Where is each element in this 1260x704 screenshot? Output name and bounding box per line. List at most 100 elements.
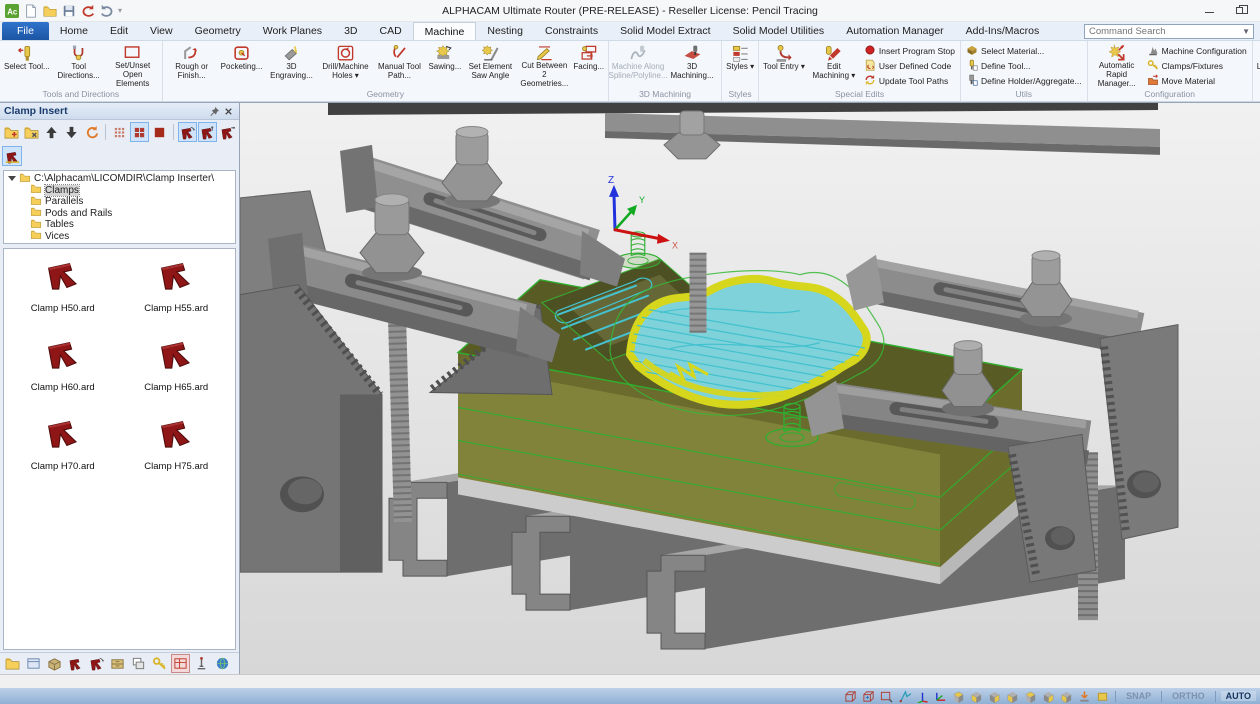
add-folder-button[interactable] xyxy=(2,122,21,142)
save-icon[interactable] xyxy=(61,3,77,19)
tab-nesting[interactable]: Nesting xyxy=(476,22,534,40)
define-tool-button[interactable]: Define Tool... xyxy=(963,59,1085,73)
tab-constraints[interactable]: Constraints xyxy=(534,22,609,40)
user-defined-code-button[interactable]: User Defined Code xyxy=(861,59,958,73)
minimize-button[interactable] xyxy=(1204,5,1216,17)
tab-solid-model-extract[interactable]: Solid Model Extract xyxy=(609,22,721,40)
3d-machining-button[interactable]: 3D Machining... xyxy=(665,42,719,89)
auto-toggle[interactable]: AUTO xyxy=(1221,691,1256,701)
list-item-clamp-h70[interactable]: Clamp H70.ard xyxy=(6,413,120,492)
styles-button[interactable]: Styles ▾ xyxy=(724,42,756,89)
move-material-button[interactable]: Move Material xyxy=(1144,74,1250,88)
view-iso-4-icon[interactable] xyxy=(1005,689,1020,703)
view-list-button[interactable] xyxy=(150,122,169,142)
view-iso-6-icon[interactable] xyxy=(1041,689,1056,703)
manual-tool-path-button[interactable]: Manual Tool Path... xyxy=(372,42,426,89)
ortho-toggle[interactable]: ORTHO xyxy=(1167,691,1210,701)
pin-icon[interactable] xyxy=(207,104,221,118)
tool-down-icon[interactable] xyxy=(1077,689,1092,703)
edit-machining-button[interactable]: Edit Machining ▾ xyxy=(807,42,861,89)
view-iso-3-icon[interactable] xyxy=(987,689,1002,703)
tab-table-icon[interactable] xyxy=(171,654,190,673)
tab-folders-icon[interactable] xyxy=(3,654,22,673)
refresh-button[interactable] xyxy=(82,122,101,142)
define-holder-aggregate-button[interactable]: Define Holder/Aggregate... xyxy=(963,74,1085,88)
undo-icon[interactable] xyxy=(80,3,96,19)
new-document-icon[interactable] xyxy=(23,3,39,19)
list-item-clamp-h75[interactable]: Clamp H75.ard xyxy=(120,413,234,492)
insert-program-stop-button[interactable]: Insert Program Stop xyxy=(861,44,958,58)
tab-home[interactable]: Home xyxy=(49,22,99,40)
rough-finish-button[interactable]: Rough or Finish... xyxy=(165,42,219,89)
tab-work-planes[interactable]: Work Planes xyxy=(252,22,333,40)
machine-configuration-button[interactable]: Machine Configuration xyxy=(1144,44,1250,58)
tab-solid-model-utilities[interactable]: Solid Model Utilities xyxy=(722,22,836,40)
tab-machine[interactable]: Machine xyxy=(413,22,477,40)
work-plane-icon[interactable] xyxy=(1095,689,1110,703)
view-iso-1-icon[interactable] xyxy=(951,689,966,703)
scene-3d[interactable]: Z Y X xyxy=(240,103,1260,674)
clamp-orientation-3-button[interactable] xyxy=(218,122,237,142)
set-unset-open-elements-button[interactable]: Set/Unset Open Elements xyxy=(106,42,160,89)
tab-automation-manager[interactable]: Automation Manager xyxy=(835,22,954,40)
zoom-window-icon[interactable] xyxy=(879,689,894,703)
update-tool-paths-button[interactable]: Update Tool Paths xyxy=(861,74,958,88)
command-search-input[interactable] xyxy=(1085,26,1242,37)
select-tool-button[interactable]: Select Tool... xyxy=(2,42,52,89)
3d-engraving-button[interactable]: 3D Engraving... xyxy=(264,42,318,89)
tab-cad[interactable]: CAD xyxy=(369,22,413,40)
list-item-clamp-h55[interactable]: Clamp H55.ard xyxy=(120,255,234,334)
list-item-clamp-h65[interactable]: Clamp H65.ard xyxy=(120,334,234,413)
view-iso-5-icon[interactable] xyxy=(1023,689,1038,703)
sawing-button[interactable]: Sawing... xyxy=(426,42,463,89)
view-large-icons-button[interactable] xyxy=(130,122,149,142)
snap-toggle[interactable]: SNAP xyxy=(1121,691,1156,701)
tab-file[interactable]: File xyxy=(2,22,49,40)
tab-clamp-insert-icon[interactable] xyxy=(87,654,106,673)
tab-geometry[interactable]: Geometry xyxy=(184,22,252,40)
tab-box-icon[interactable] xyxy=(45,654,64,673)
automatic-rapid-manager-button[interactable]: Automatic Rapid Manager... xyxy=(1090,42,1144,89)
restore-button[interactable] xyxy=(1234,5,1246,17)
view-home-icon[interactable] xyxy=(843,689,858,703)
move-down-button[interactable] xyxy=(62,122,81,142)
cut-between-2-geometries-button[interactable]: Cut Between 2 Geometries... xyxy=(517,42,571,89)
clamp-orientation-1-button[interactable] xyxy=(178,122,197,142)
list-item-clamp-h50[interactable]: Clamp H50.ard xyxy=(6,255,120,334)
view-rotate-icon[interactable] xyxy=(861,689,876,703)
tab-drawer-icon[interactable] xyxy=(108,654,127,673)
axes-flat-icon[interactable] xyxy=(933,689,948,703)
tab-clamp-icon[interactable] xyxy=(66,654,85,673)
tab-window-icon[interactable] xyxy=(24,654,43,673)
launch-robot-integration-button[interactable]: Launch Robot Integration xyxy=(1255,42,1260,89)
tab-globe-icon[interactable] xyxy=(213,654,232,673)
move-up-button[interactable] xyxy=(42,122,61,142)
qat-dropdown-icon[interactable]: ▾ xyxy=(118,6,122,15)
command-search-caret-icon[interactable]: ▼ xyxy=(1242,27,1253,36)
drill-machine-holes-button[interactable]: Drill/Machine Holes ▾ xyxy=(318,42,372,89)
machine-along-spline-button[interactable]: Machine Along Spline/Polyline... xyxy=(611,42,665,89)
open-file-icon[interactable] xyxy=(42,3,58,19)
remove-folder-button[interactable] xyxy=(22,122,41,142)
clamp-insert-mode-button[interactable] xyxy=(2,146,22,166)
redo-icon[interactable] xyxy=(99,3,115,19)
tab-3d[interactable]: 3D xyxy=(333,22,368,40)
tab-layers-icon[interactable] xyxy=(129,654,148,673)
tab-plumb-icon[interactable] xyxy=(192,654,211,673)
clamp-orientation-2-button[interactable] xyxy=(198,122,217,142)
view-iso-2-icon[interactable] xyxy=(969,689,984,703)
set-element-saw-angle-button[interactable]: Set Element Saw Angle xyxy=(463,42,517,89)
clamps-fixtures-button[interactable]: Clamps/Fixtures xyxy=(1144,59,1250,73)
view-small-icons-button[interactable] xyxy=(110,122,129,142)
tool-entry-button[interactable]: Tool Entry ▾ xyxy=(761,42,807,89)
view-iso-7-icon[interactable] xyxy=(1059,689,1074,703)
tab-view[interactable]: View xyxy=(139,22,184,40)
axes-3d-icon[interactable] xyxy=(915,689,930,703)
tab-key-icon[interactable] xyxy=(150,654,169,673)
facing-button[interactable]: Facing... xyxy=(571,42,606,89)
viewport-3d[interactable]: Z Y X xyxy=(240,103,1260,674)
select-polyline-icon[interactable] xyxy=(897,689,912,703)
tool-directions-button[interactable]: Tool Directions... xyxy=(52,42,106,89)
close-icon[interactable] xyxy=(221,104,235,118)
tree-item-vices[interactable]: Vices xyxy=(4,231,235,243)
